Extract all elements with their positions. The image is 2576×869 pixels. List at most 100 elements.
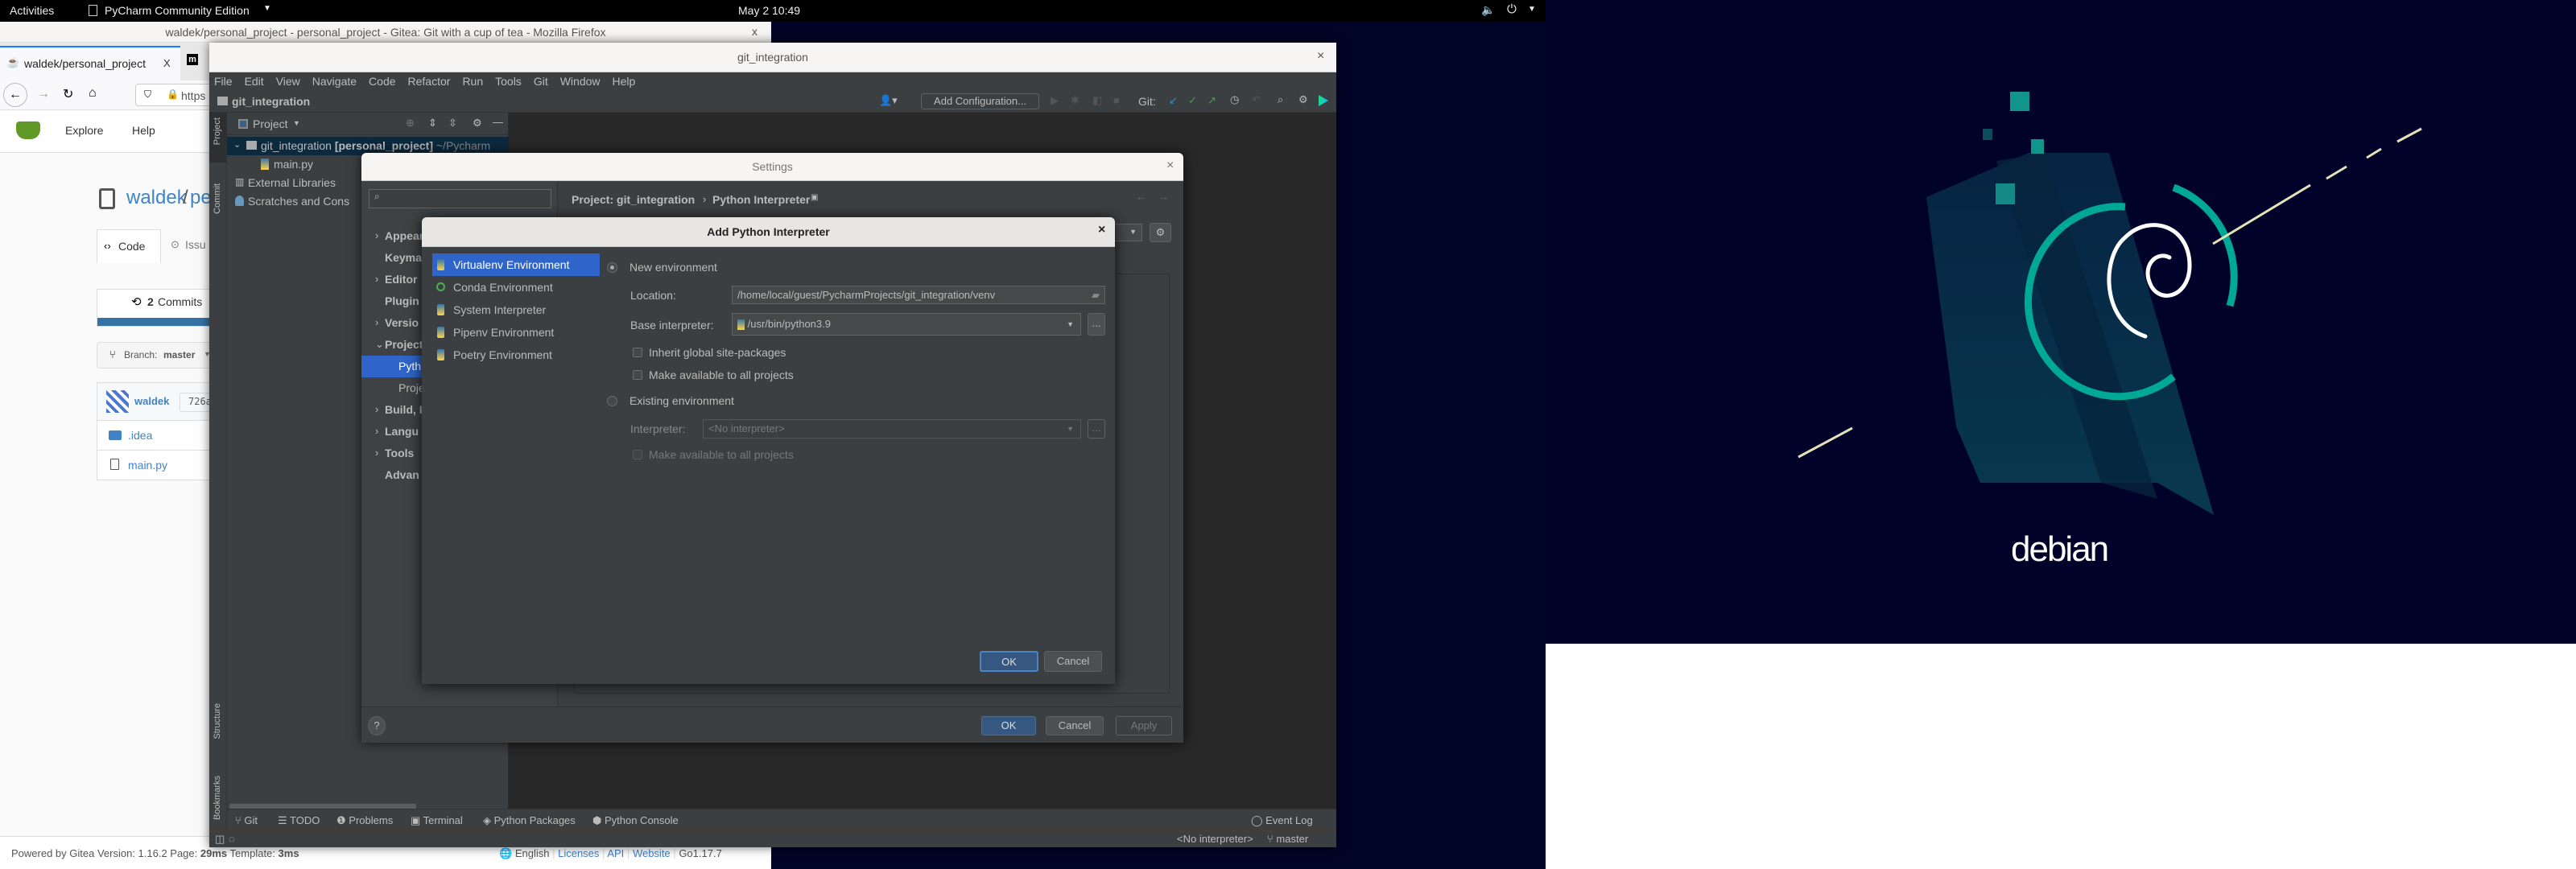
make-available-label[interactable]: Make available to all projects	[649, 369, 794, 381]
tool-terminal[interactable]: ▣ Terminal	[411, 814, 463, 827]
back-arrow-icon[interactable]: ←	[1136, 191, 1146, 203]
nav-help[interactable]: Help	[132, 124, 155, 137]
menu-git[interactable]: Git	[534, 75, 548, 88]
lock-icon[interactable]: 🔒	[167, 89, 179, 100]
debug-icon[interactable]: ✱	[1071, 94, 1080, 107]
back-icon[interactable]: ←	[3, 83, 27, 107]
make-available-existing-checkbox[interactable]	[633, 450, 642, 459]
chevron-icon[interactable]: ›	[375, 425, 378, 437]
chevron-icon[interactable]: ›	[375, 403, 378, 415]
collapse-all-icon[interactable]: ⇳	[448, 117, 457, 130]
menu-tools[interactable]: Tools	[495, 75, 522, 88]
settings-search-input[interactable]: ⌕	[369, 189, 551, 208]
chevron-down-icon[interactable]: ⌄	[233, 139, 241, 150]
project-view-selector[interactable]: Project	[253, 117, 288, 130]
system-menu-chevron-icon[interactable]: ▼	[1528, 5, 1536, 14]
browse-folder-icon[interactable]: ▰	[1092, 286, 1100, 303]
volume-icon[interactable]: 🔈	[1481, 3, 1495, 17]
close-icon[interactable]: ×	[1166, 159, 1174, 173]
location-input[interactable]: /home/local/guest/PycharmProjects/git_in…	[732, 286, 1105, 304]
environment-type-item[interactable]: Virtualenv Environment	[432, 253, 600, 276]
new-environment-radio[interactable]	[607, 262, 617, 273]
locate-icon[interactable]: ⊕	[406, 117, 415, 130]
home-icon[interactable]: ⌂	[89, 86, 97, 101]
menu-edit[interactable]: Edit	[245, 75, 264, 88]
git-update-icon[interactable]: ↙	[1169, 94, 1178, 107]
base-interpreter-browse-button[interactable]: ...	[1088, 313, 1105, 336]
existing-environment-radio[interactable]	[607, 396, 617, 406]
close-icon[interactable]: ×	[1098, 223, 1105, 237]
licenses-link[interactable]: Licenses	[558, 847, 599, 859]
avatar[interactable]	[106, 390, 129, 413]
environment-type-item[interactable]: Poetry Environment	[432, 344, 600, 366]
menu-navigate[interactable]: Navigate	[312, 75, 357, 88]
history-icon[interactable]: ◷	[1230, 93, 1239, 106]
url-text[interactable]: https	[181, 89, 205, 102]
app-menu[interactable]: PyCharm Community Edition	[105, 4, 250, 17]
pycharm-logo-icon[interactable]	[1319, 95, 1328, 106]
branch-selector[interactable]: ⑂ Branch: master ▼	[97, 342, 225, 369]
repo-name-link[interactable]: pe	[190, 187, 212, 209]
nav-project-name[interactable]: git_integration	[232, 95, 310, 108]
tab-favicon-m-icon[interactable]: m	[187, 54, 198, 65]
make-available-checkbox[interactable]	[633, 370, 642, 380]
expand-all-icon[interactable]: ⇕	[428, 117, 437, 130]
interpreter-select[interactable]: <No interpreter> ▼	[703, 419, 1081, 439]
stripe-commit[interactable]: Commit	[209, 177, 227, 233]
stripe-project[interactable]: Project	[209, 113, 227, 163]
rollback-icon[interactable]: ↶	[1252, 93, 1261, 106]
shield-icon[interactable]: ⛉	[144, 89, 151, 101]
tool-problems[interactable]: ❶ Problems	[336, 814, 393, 827]
menu-run[interactable]: Run	[462, 75, 483, 88]
tool-git[interactable]: ⑂ Git	[235, 814, 258, 826]
website-link[interactable]: Website	[633, 847, 671, 859]
hide-icon[interactable]: —	[493, 116, 503, 128]
git-commit-icon[interactable]: ✓	[1188, 94, 1197, 107]
ok-button[interactable]: OK	[981, 716, 1036, 735]
environment-type-item[interactable]: Conda Environment	[432, 276, 600, 299]
tab-active[interactable]: ☕ waldek/personal_project X	[0, 46, 180, 80]
layout-toggle-icon[interactable]: ◫	[215, 833, 225, 846]
interpreter-browse-button[interactable]: ...	[1088, 419, 1105, 439]
breadcrumb-project[interactable]: Project: git_integration	[572, 193, 695, 206]
user-icon[interactable]: 👤▾	[879, 94, 898, 107]
activities-button[interactable]: Activities	[10, 4, 54, 17]
tab-close-icon[interactable]: X	[163, 57, 171, 69]
menu-window[interactable]: Window	[560, 75, 601, 88]
api-link[interactable]: API	[607, 847, 624, 859]
file-name[interactable]: .idea	[128, 429, 152, 442]
commit-author[interactable]: waldek	[134, 395, 169, 407]
cancel-button[interactable]: Cancel	[1044, 651, 1102, 672]
reload-icon[interactable]: ↻	[63, 86, 73, 102]
gitea-logo-icon[interactable]	[16, 121, 40, 139]
gear-icon[interactable]: ⚙	[473, 117, 482, 130]
existing-environment-label[interactable]: Existing environment	[630, 394, 734, 407]
language-selector[interactable]: English	[515, 847, 550, 859]
tab-issues[interactable]: Issu	[185, 238, 206, 251]
clock[interactable]: May 2 10:49	[738, 4, 800, 17]
menu-refactor[interactable]: Refactor	[408, 75, 451, 88]
stripe-structure[interactable]: Structure	[209, 700, 227, 764]
ok-button[interactable]: OK	[980, 651, 1038, 672]
tool-todo[interactable]: ☰ TODO	[278, 814, 320, 827]
interpreter-status[interactable]: <No interpreter>	[1177, 833, 1253, 845]
settings-gear-icon[interactable]: ⚙	[1298, 93, 1308, 106]
environment-type-item[interactable]: Pipenv Environment	[432, 321, 600, 344]
cancel-button[interactable]: Cancel	[1046, 716, 1104, 735]
inherit-site-packages-checkbox[interactable]	[633, 348, 642, 357]
tool-event-log[interactable]: ◯ Event Log	[1251, 814, 1313, 827]
forward-arrow-icon[interactable]: →	[1158, 191, 1169, 203]
new-environment-label[interactable]: New environment	[630, 261, 717, 274]
repo-owner-link[interactable]: waldek	[126, 187, 187, 209]
add-configuration-button[interactable]: Add Configuration...	[921, 93, 1039, 109]
git-branch-status[interactable]: ⑂ master	[1267, 833, 1308, 845]
chevron-icon[interactable]: ⌄	[375, 338, 384, 351]
chevron-icon[interactable]: ›	[375, 447, 378, 459]
apply-button[interactable]: Apply	[1116, 716, 1172, 735]
power-icon[interactable]: ⏻	[1507, 2, 1517, 16]
profile-icon[interactable]: ◧	[1092, 94, 1102, 107]
globe-icon[interactable]: 🌐	[499, 847, 512, 859]
interpreter-gear-button[interactable]: ⚙	[1150, 223, 1171, 242]
file-name[interactable]: main.py	[128, 459, 167, 472]
chevron-icon[interactable]: ›	[375, 273, 378, 285]
